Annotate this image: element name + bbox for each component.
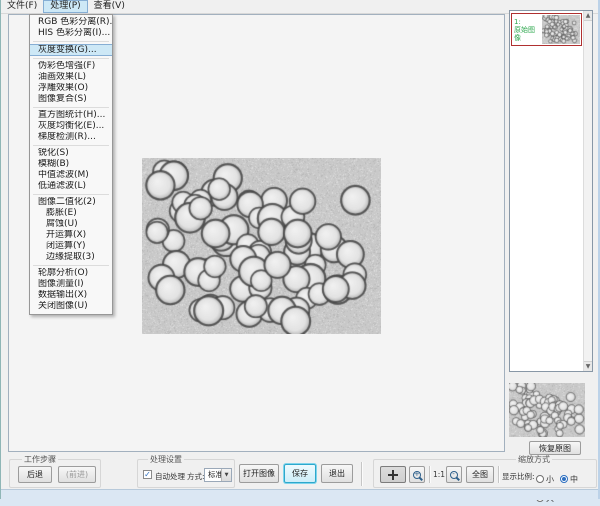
one-to-one-label: 1:1 — [433, 470, 445, 479]
menu-item[interactable]: 膨胀(E) — [30, 208, 112, 219]
menu-item[interactable]: 腐蚀(U) — [30, 219, 112, 230]
process-settings-group: 处理设置 ✓ 自动处理 方式: 标准 ▼ — [137, 459, 235, 488]
menu-separator — [33, 41, 109, 42]
micrograph-image — [142, 158, 381, 334]
restore-original-button[interactable]: 恢复原图 — [529, 441, 581, 455]
menu-separator — [33, 265, 109, 266]
menu-item[interactable]: 图像复合(S) — [30, 94, 112, 105]
ratio-option[interactable]: 小 — [536, 474, 554, 485]
zoom-separator-2 — [498, 466, 500, 483]
menu-item[interactable]: 图像二值化(2) — [30, 197, 112, 208]
ratio-option-label: 小 — [546, 474, 554, 485]
menu-item[interactable]: 灰度均衡化(E)... — [30, 121, 112, 132]
ratio-option[interactable]: 中 — [560, 474, 578, 485]
menu-separator — [33, 194, 109, 195]
menu-separator — [33, 58, 109, 59]
menu-item[interactable]: HIS 色彩分离(I)... — [30, 28, 112, 39]
menu-item[interactable]: 伪彩色增强(F) — [30, 61, 112, 72]
history-thumbnail — [542, 15, 580, 44]
open-image-button[interactable]: 打开图像 — [239, 464, 279, 483]
back-button[interactable]: 后退 — [18, 466, 52, 483]
menu-file[interactable]: 文件(F) — [1, 0, 43, 13]
menu-item[interactable]: 油画效果(L) — [30, 72, 112, 83]
auto-process-label: 自动处理 — [155, 471, 185, 482]
menu-separator — [33, 107, 109, 108]
ratio-option-label: 中 — [570, 474, 578, 485]
step-group-title: 工作步骤 — [22, 455, 58, 464]
history-item-label: 1:原始图像 — [512, 18, 540, 42]
radio-icon — [536, 475, 544, 483]
menu-item[interactable]: 模糊(B) — [30, 159, 112, 170]
app-window: 文件(F)处理(P)查看(V) RGB 色彩分离(R)...HIS 色彩分离(I… — [0, 0, 600, 499]
pan-icon — [388, 470, 398, 480]
process-group-title: 处理设置 — [148, 455, 184, 464]
save-button[interactable]: 保存 — [284, 464, 316, 483]
menu-item[interactable]: 浮雕效果(O) — [30, 83, 112, 94]
chevron-down-icon: ▼ — [221, 469, 231, 481]
status-band — [1, 489, 598, 500]
menu-item[interactable]: RGB 色彩分离(R)... — [30, 17, 112, 28]
menu-view[interactable]: 查看(V) — [88, 0, 131, 13]
process-menu: RGB 色彩分离(R)...HIS 色彩分离(I)... 灰度变换(G)... 伪彩… — [29, 14, 113, 315]
menu-item[interactable]: 灰度变换(G)... — [30, 44, 112, 56]
zoom-separator — [429, 466, 431, 483]
scroll-down-icon[interactable]: ▼ — [584, 361, 592, 371]
menu-item[interactable]: 直方图统计(H)... — [30, 110, 112, 121]
zoom-out-button[interactable] — [446, 466, 462, 483]
auto-process-checkbox[interactable]: ✓ — [143, 470, 152, 479]
menu-item[interactable]: 闭运算(Y) — [30, 241, 112, 252]
menu-item[interactable]: 梯度检测(R)... — [30, 132, 112, 143]
history-item[interactable]: 1:原始图像 — [511, 13, 582, 46]
zoom-in-button[interactable] — [409, 466, 425, 483]
menu-item[interactable]: 关闭图像(U) — [30, 301, 112, 312]
process-mode-select[interactable]: 标准 ▼ — [204, 468, 232, 482]
history-list[interactable]: 1:原始图像 ▲ ▼ — [509, 10, 593, 372]
scroll-up-icon[interactable]: ▲ — [584, 11, 592, 21]
menu-item[interactable]: 低通滤波(L) — [30, 181, 112, 192]
menu-item[interactable]: 中值滤波(M) — [30, 170, 112, 181]
exit-button[interactable]: 退出 — [321, 464, 353, 483]
menu-item[interactable]: 边缘提取(3) — [30, 252, 112, 263]
zoom-in-icon — [413, 471, 421, 479]
navigator-thumbnail[interactable] — [509, 383, 585, 437]
menu-item[interactable]: 图像测量(I) — [30, 279, 112, 290]
full-view-button[interactable]: 全图 — [466, 466, 494, 483]
zoom-out-icon — [450, 471, 458, 479]
history-scrollbar[interactable]: ▲ ▼ — [583, 11, 592, 371]
forward-button[interactable]: (前进) — [58, 466, 96, 483]
zoom-group: 缩放方式 1:1 全图 显示比例: 小中大 — [373, 459, 597, 488]
menu-process[interactable]: 处理(P) — [43, 0, 87, 13]
process-mode-label: 方式: — [187, 471, 205, 482]
menu-item[interactable]: 锐化(S) — [30, 148, 112, 159]
menu-separator — [33, 145, 109, 146]
step-group: 工作步骤 后退 (前进) — [9, 459, 101, 488]
menu-item[interactable]: 数据输出(X) — [30, 290, 112, 301]
toolbar-separator — [361, 462, 363, 486]
radio-icon — [560, 475, 568, 483]
ratio-label: 显示比例: — [502, 471, 535, 482]
zoom-group-title: 缩放方式 — [516, 455, 552, 464]
ratio-options: 小中大 — [536, 468, 596, 506]
menu-item[interactable]: 轮廓分析(O) — [30, 268, 112, 279]
pan-button[interactable] — [380, 466, 406, 483]
menu-item[interactable]: 开运算(X) — [30, 230, 112, 241]
